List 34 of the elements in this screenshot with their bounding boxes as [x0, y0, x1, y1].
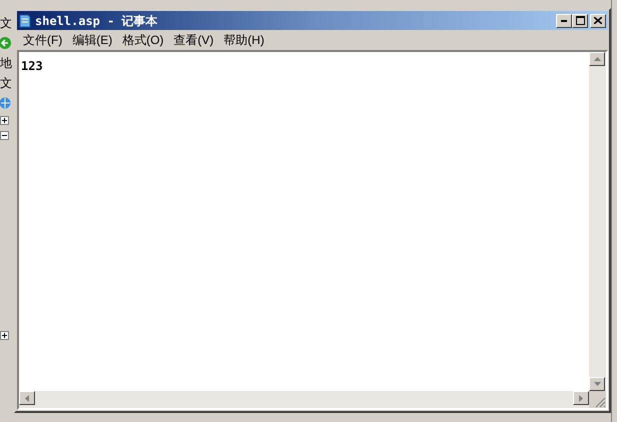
size-grip-icon[interactable] — [594, 396, 606, 408]
editor-text: 123 — [21, 59, 43, 73]
close-button[interactable] — [590, 14, 606, 28]
menu-item[interactable]: 查看(V) — [170, 31, 218, 49]
label: 文 — [0, 76, 12, 90]
scroll-down-button[interactable] — [589, 377, 605, 391]
menu-item[interactable]: 帮助(H) — [220, 31, 268, 49]
horizontal-scrollbar[interactable] — [19, 391, 589, 408]
up-arrow-icon — [594, 57, 600, 61]
maximize-icon — [576, 16, 584, 25]
close-icon — [594, 17, 602, 24]
back-arrow-icon[interactable] — [0, 36, 12, 50]
notepad-icon — [19, 14, 31, 28]
minimize-icon — [561, 20, 567, 22]
scroll-up-button[interactable] — [589, 52, 605, 66]
globe-icon — [0, 96, 11, 110]
right-arrow-icon — [579, 394, 583, 402]
expand-icon[interactable] — [0, 331, 9, 340]
label: 文 — [0, 16, 12, 30]
label: 地 — [0, 56, 12, 70]
left-arrow-icon — [25, 394, 29, 402]
scroll-right-button[interactable] — [573, 391, 589, 405]
menu-item[interactable]: 格式(O) — [118, 31, 168, 49]
vertical-scrollbar[interactable] — [589, 52, 606, 391]
minimize-button[interactable] — [556, 14, 572, 28]
expand-icon[interactable] — [0, 116, 9, 125]
text-area[interactable]: 123 — [17, 50, 608, 410]
menu-item[interactable]: 文件(F) — [19, 31, 66, 49]
scroll-left-button[interactable] — [19, 391, 35, 405]
menu-item[interactable]: 编辑(E) — [68, 31, 116, 49]
collapse-icon[interactable] — [0, 131, 9, 140]
down-arrow-icon — [594, 382, 600, 386]
maximize-button[interactable] — [572, 14, 588, 28]
window-title: shell.asp - 记事本 — [35, 14, 158, 26]
